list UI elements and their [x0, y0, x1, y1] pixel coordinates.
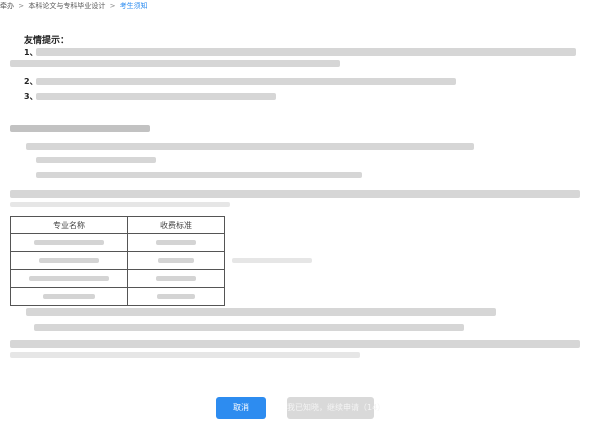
breadcrumb-thesis[interactable]: 本科论文与专科毕业设计 [28, 2, 105, 10]
blurred-text [34, 324, 464, 331]
blurred-text [10, 190, 580, 198]
table-cell-fee [127, 233, 225, 252]
column-header-fee: 收费标准 [127, 216, 225, 234]
fee-table: 专业名称 收费标准 [10, 216, 225, 306]
table-cell-major [10, 233, 128, 252]
blurred-text [36, 48, 576, 56]
blurred-text [29, 276, 109, 281]
blurred-text [36, 78, 456, 85]
blurred-text [10, 352, 360, 358]
blurred-text [10, 202, 230, 207]
blurred-heading [10, 125, 150, 132]
table-cell-fee [127, 269, 225, 288]
blurred-text [232, 258, 312, 263]
table-cell-fee [127, 251, 225, 270]
breadcrumb-separator: > [18, 2, 25, 10]
blurred-text [158, 258, 194, 263]
table-row [10, 269, 225, 288]
table-row [10, 233, 225, 252]
breadcrumb-separator: > [109, 2, 116, 10]
blurred-text [39, 258, 99, 263]
confirm-continue-button[interactable]: 我已知晓，继续申请（14） [287, 397, 385, 419]
cancel-button[interactable]: 取消 [216, 397, 266, 419]
table-cell-major [10, 287, 128, 306]
breadcrumb-home[interactable]: 牵办 [0, 2, 14, 10]
blurred-text [36, 93, 276, 100]
blurred-text [34, 240, 104, 245]
blurred-text [156, 240, 196, 245]
table-cell-major [10, 269, 128, 288]
blurred-text [10, 340, 580, 348]
table-header-row: 专业名称 收费标准 [10, 216, 225, 234]
table-row [10, 251, 225, 270]
blurred-text [26, 308, 496, 316]
table-cell-fee [127, 287, 225, 306]
blurred-text [36, 157, 156, 163]
blurred-text [157, 294, 195, 299]
blurred-text [156, 276, 196, 281]
blurred-text [43, 294, 95, 299]
table-row [10, 287, 225, 306]
blurred-text [36, 172, 362, 178]
breadcrumb-current: 考生须知 [119, 2, 148, 10]
notice-title: 友情提示： [24, 36, 70, 46]
blurred-text [26, 143, 474, 150]
column-header-major: 专业名称 [10, 216, 128, 234]
blurred-text [10, 60, 340, 67]
table-cell-major [10, 251, 128, 270]
breadcrumb: 牵办 > 本科论文与专科毕业设计 > 考生须知 [0, 0, 148, 12]
